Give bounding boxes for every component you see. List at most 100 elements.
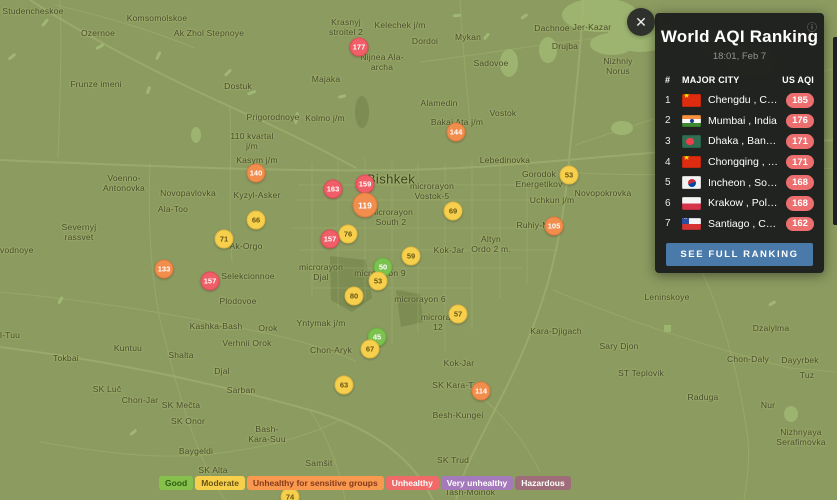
aqi-marker[interactable]: 163	[324, 180, 343, 199]
aqi-marker[interactable]: 67	[361, 340, 380, 359]
ranking-row[interactable]: 4Chongqing , China171	[655, 152, 824, 173]
legend-item-very-unhealthy: Very unhealthy	[441, 476, 513, 490]
map-place-label: SK Kara-T	[432, 380, 473, 390]
aqi-badge: 168	[786, 175, 814, 190]
map-place-label: Vostok	[490, 108, 517, 118]
aqi-marker[interactable]: 105	[545, 217, 564, 236]
aqi-marker[interactable]: 157	[201, 272, 220, 291]
aqi-marker[interactable]: 157	[321, 230, 340, 249]
ranking-row[interactable]: 1 Chengdu , China185	[655, 90, 824, 111]
aqi-marker[interactable]: 53	[369, 272, 388, 291]
ranking-row-rank: 5	[665, 177, 682, 188]
panel-timestamp: 18:01, Feb 7	[655, 51, 824, 62]
aqi-marker[interactable]: 69	[444, 202, 463, 221]
edge-panel-sliver[interactable]	[833, 37, 837, 225]
aqi-marker[interactable]: 71	[215, 230, 234, 249]
map-place-label: Tuz	[800, 370, 814, 380]
aqi-marker[interactable]: 80	[345, 287, 364, 306]
world-aqi-ranking-panel: ⓘ World AQI Ranking 18:01, Feb 7 # MAJOR…	[655, 13, 824, 273]
map-place-label: SK Trud	[437, 455, 469, 465]
ranking-row-city: Incheon , South K...	[708, 177, 786, 189]
map-place-label: Plodovoe	[219, 296, 256, 306]
map-place-label: Prigorodnoye	[247, 112, 300, 122]
map-place-label: SK Alta	[198, 465, 227, 475]
aqi-marker[interactable]: 114	[472, 382, 491, 401]
ranking-row[interactable]: 6Krakow , Poland168	[655, 193, 824, 214]
ranking-row-rank: 7	[665, 218, 682, 229]
map-place-label: Yntymak j/m	[297, 318, 346, 328]
aqi-marker[interactable]: 66	[247, 211, 266, 230]
aqi-marker[interactable]: 133	[155, 260, 174, 279]
map-place-label: 110 kvartal j/m	[230, 131, 273, 151]
ranking-row-city: Chongqing , China	[708, 156, 786, 168]
map-place-label: Sary Djon	[599, 341, 638, 351]
aqi-badge: 171	[786, 134, 814, 149]
map-place-label: Lebedinovka	[480, 155, 530, 165]
aqi-marker[interactable]: 159	[356, 175, 375, 194]
close-icon[interactable]: ✕	[627, 8, 655, 36]
map-place-label: Kelechek j/m	[374, 20, 425, 30]
map-place-label: Ak Zhol Stepnoye	[174, 28, 244, 38]
map-place-label: Alamedin	[420, 98, 457, 108]
map-place-label: Ozernoe	[81, 28, 115, 38]
map-place-label: SK Luč	[93, 384, 122, 394]
map-place-label: Samšit	[305, 458, 332, 468]
map-place-label: Nizhnyaya Serafimovka	[776, 427, 825, 447]
ranking-row-city: Chengdu , China	[708, 94, 786, 106]
map-place-label: Mykan	[455, 32, 481, 42]
aqi-marker[interactable]: 144	[447, 123, 466, 142]
map-place-label: Novopavlovka	[160, 188, 216, 198]
map-place-label: Komsomolskoe	[127, 13, 188, 23]
map-place-label: Studencheskoe	[2, 6, 63, 16]
aqi-marker[interactable]: 140	[247, 164, 266, 183]
aqi-marker[interactable]: 57	[449, 305, 468, 324]
column-rank: #	[665, 75, 682, 85]
panel-title: World AQI Ranking	[655, 27, 824, 47]
map-place-label: Dayyrbek	[781, 355, 819, 365]
map-place-label: Majaka	[312, 74, 341, 84]
map-place-label: SK Mečta	[162, 400, 200, 410]
flag-icon	[682, 156, 701, 169]
map-place-label: Nizhniy Norus	[603, 56, 632, 76]
aqi-badge: 185	[786, 93, 814, 108]
map-place-label: Kyzyl-Asker	[233, 190, 280, 200]
aqi-marker[interactable]: 119	[353, 193, 378, 218]
map-place-label: Chon-Jar	[122, 395, 159, 405]
see-full-ranking-button[interactable]: SEE FULL RANKING	[666, 243, 813, 266]
legend-item-unhealthy-for-sensitive-groups: Unhealthy for sensitive groups	[247, 476, 384, 490]
ranking-row-rank: 1	[665, 95, 682, 106]
map-place-label: l-Tuu	[0, 330, 20, 340]
map-place-label: Nur	[761, 400, 775, 410]
aqi-marker[interactable]: 53	[560, 166, 579, 185]
aqi-marker[interactable]: 76	[339, 225, 358, 244]
aqi-legend: GoodModerateUnhealthy for sensitive grou…	[159, 476, 571, 490]
map-place-label: Kara-Djigach	[530, 326, 582, 336]
map-place-label: vodnoye	[0, 245, 34, 255]
map-place-label: Voenno- Antonovka	[103, 173, 145, 193]
ranking-row-city: Santiago , Chile	[708, 218, 786, 230]
map-place-label: Selekcionnoe	[221, 271, 274, 281]
map-place-label: Shalta	[168, 350, 193, 360]
ranking-row[interactable]: 7Santiago , Chile162	[655, 214, 824, 235]
ranking-row[interactable]: 3Dhaka , Bangladesh171	[655, 131, 824, 152]
map-canvas[interactable]: GoodModerateUnhealthy for sensitive grou…	[0, 0, 837, 500]
flag-icon	[682, 135, 701, 148]
map-place-label: Gorodok Energetikov	[515, 169, 562, 189]
ranking-row-city: Krakow , Poland	[708, 197, 786, 209]
aqi-marker[interactable]: 63	[335, 376, 354, 395]
map-place-label: Bash- Kara-Suu	[248, 424, 286, 444]
aqi-marker[interactable]: 177	[350, 38, 369, 57]
map-place-label: Kolmo j/m	[305, 113, 345, 123]
ranking-row[interactable]: 5 Incheon , South K...168	[655, 172, 824, 193]
info-icon[interactable]: ⓘ	[807, 19, 817, 34]
aqi-marker[interactable]: 59	[402, 247, 421, 266]
map-place-label: Djal	[214, 366, 229, 376]
ranking-row[interactable]: 2Mumbai , India176	[655, 111, 824, 132]
map-place-label: Dordoi	[412, 36, 438, 46]
map-place-label: Jer-Kazar	[573, 22, 612, 32]
map-place-label: Baygeldi	[179, 446, 213, 456]
map-place-label: Frunze imeni	[70, 79, 122, 89]
map-place-label: SK Onor	[171, 416, 205, 426]
map-place-label: Uchkun j/m	[530, 195, 575, 205]
map-place-label: Sadovoe	[474, 58, 509, 68]
